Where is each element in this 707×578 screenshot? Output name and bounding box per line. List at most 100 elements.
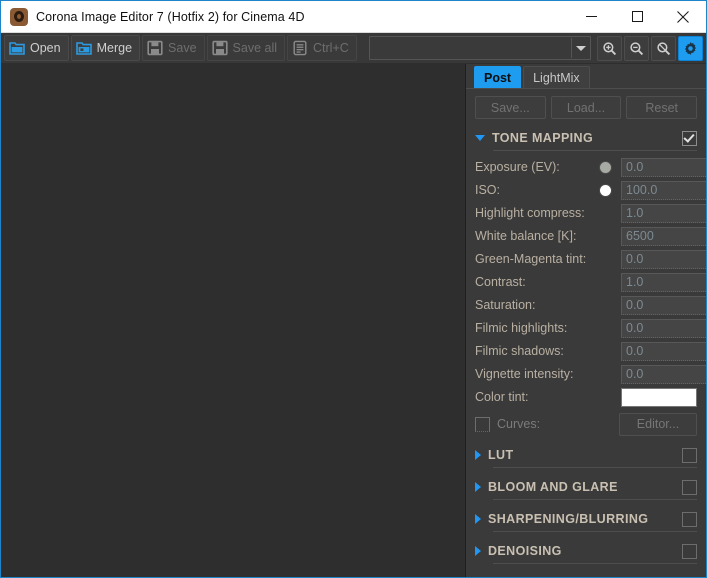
section-tone-mapping-header[interactable]: TONE MAPPING [475,128,697,148]
minimize-icon[interactable] [568,1,614,32]
field-white-balance: White balance [K]: [475,225,697,247]
open-button[interactable]: Open [4,35,69,61]
copy-button[interactable]: Ctrl+C [287,35,357,61]
image-select-combobox[interactable] [369,36,591,60]
field-green-magenta-tint: Green-Magenta tint: [475,248,697,270]
field-highlight-compress-label: Highlight compress: [475,206,621,220]
chevron-down-icon[interactable] [571,38,590,58]
iso-spinner [621,181,697,200]
reset-preset-button[interactable]: Reset [626,96,697,119]
section-denoising: DENOISING [475,541,697,564]
section-bloom-and-glare: BLOOM AND GLARE [475,477,697,500]
open-button-label: Open [30,41,61,55]
section-sharpening-blurring-title: SHARPENING/BLURRING [488,512,682,526]
section-bloom-and-glare-title: BLOOM AND GLARE [488,480,682,494]
section-bloom-and-glare-checkbox[interactable] [682,480,697,495]
field-saturation-label: Saturation: [475,298,621,312]
section-denoising-title: DENOISING [488,544,682,558]
tab-post-label: Post [484,71,511,85]
green-magenta-tint-input[interactable] [621,250,706,269]
contrast-input[interactable] [621,273,706,292]
section-divider [493,563,697,564]
iso-auto-toggle[interactable] [600,185,611,196]
section-divider [493,499,697,500]
filmic-shadows-spinner [621,342,697,361]
maximize-icon[interactable] [614,1,660,32]
exposure-spinner [621,158,697,177]
filmic-shadows-input[interactable] [621,342,706,361]
filmic-highlights-input[interactable] [621,319,706,338]
zoom-reset-button[interactable] [651,36,676,61]
main-body: Post LightMix Save... Load... Reset [1,64,706,577]
section-sharpening-blurring-checkbox[interactable] [682,512,697,527]
merge-folder-icon [76,40,92,56]
section-bloom-and-glare-header[interactable]: BLOOM AND GLARE [475,477,697,497]
green-magenta-tint-spinner [621,250,697,269]
highlight-compress-input[interactable] [621,204,706,223]
close-icon[interactable] [660,1,706,32]
save-all-button[interactable]: Save all [207,35,285,61]
section-divider [493,467,697,468]
reset-preset-label: Reset [645,101,678,115]
merge-button[interactable]: Merge [71,35,140,61]
triangle-down-icon[interactable] [475,135,485,141]
section-lut-header[interactable]: LUT [475,445,697,465]
zoom-in-icon [602,41,617,56]
curves-editor-button[interactable]: Editor... [619,413,697,436]
triangle-right-icon[interactable] [475,514,481,524]
section-denoising-header[interactable]: DENOISING [475,541,697,561]
vignette-intensity-spinner [621,365,697,384]
section-lut-checkbox[interactable] [682,448,697,463]
save-preset-button[interactable]: Save... [475,96,546,119]
section-sharpening-blurring: SHARPENING/BLURRING [475,509,697,532]
window-title: Corona Image Editor 7 (Hotfix 2) for Cin… [36,10,305,24]
app-window: Corona Image Editor 7 (Hotfix 2) for Cin… [0,0,707,578]
triangle-right-icon[interactable] [475,482,481,492]
field-vignette-intensity: Vignette intensity: [475,363,697,385]
corona-logo-icon [10,8,28,26]
tab-lightmix[interactable]: LightMix [523,66,590,88]
triangle-right-icon[interactable] [475,450,481,460]
save-button-label: Save [168,41,197,55]
load-preset-label: Load... [567,101,605,115]
section-tone-mapping-checkbox[interactable] [682,131,697,146]
white-balance-input[interactable] [621,227,706,246]
gear-icon [683,41,698,56]
field-filmic-highlights-label: Filmic highlights: [475,321,621,335]
curves-editor-label: Editor... [637,417,679,431]
exposure-auto-toggle[interactable] [600,162,611,173]
contrast-spinner [621,273,697,292]
save-all-disk-icon [212,40,228,56]
color-tint-swatch[interactable] [621,388,697,407]
section-sharpening-blurring-header[interactable]: SHARPENING/BLURRING [475,509,697,529]
zoom-out-icon [629,41,644,56]
exposure-input[interactable] [621,158,706,177]
zoom-in-button[interactable] [597,36,622,61]
curves-checkbox[interactable] [475,417,490,432]
iso-input[interactable] [621,181,706,200]
save-button[interactable]: Save [142,35,205,61]
field-color-tint: Color tint: [475,386,697,408]
copy-button-label: Ctrl+C [313,41,349,55]
copy-clipboard-icon [292,40,308,56]
saturation-input[interactable] [621,296,706,315]
save-disk-icon [147,40,163,56]
field-filmic-highlights: Filmic highlights: [475,317,697,339]
field-highlight-compress: Highlight compress: [475,202,697,224]
field-filmic-shadows: Filmic shadows: [475,340,697,362]
tab-lightmix-label: LightMix [533,71,580,85]
image-canvas[interactable] [1,64,466,577]
section-denoising-checkbox[interactable] [682,544,697,559]
vignette-intensity-input[interactable] [621,365,706,384]
tab-post[interactable]: Post [474,66,521,88]
right-panel: Post LightMix Save... Load... Reset [466,64,706,577]
preset-action-row: Save... Load... Reset [475,96,697,119]
zoom-reset-icon [656,41,671,56]
zoom-out-button[interactable] [624,36,649,61]
corona-logo-ring [14,11,24,22]
load-preset-button[interactable]: Load... [551,96,622,119]
white-balance-spinner [621,227,697,246]
settings-button[interactable] [678,36,703,61]
triangle-right-icon[interactable] [475,546,481,556]
field-green-magenta-tint-label: Green-Magenta tint: [475,252,621,266]
